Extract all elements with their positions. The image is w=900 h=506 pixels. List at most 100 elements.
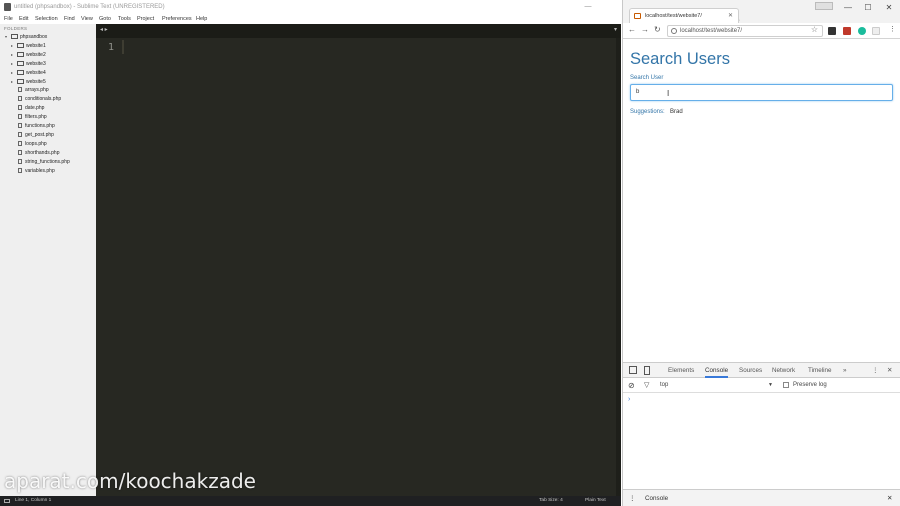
- info-icon[interactable]: [671, 28, 677, 34]
- sublime-window-title: untitled (phpsandbox) - Sublime Text (UN…: [14, 4, 165, 10]
- close-icon[interactable]: ✕: [878, 0, 900, 16]
- sublime-app-icon: [4, 3, 11, 11]
- more-tabs-icon[interactable]: »: [843, 363, 847, 378]
- tree-file[interactable]: variables.php: [18, 167, 55, 176]
- tree-file[interactable]: functions.php: [18, 122, 55, 131]
- editor-tabbar: ◂ ▸ ▾: [96, 24, 621, 38]
- watermark-text: aparat.com/koochakzade: [4, 469, 256, 493]
- page-title: Search Users: [630, 50, 730, 68]
- tab-dropdown-icon[interactable]: ▾: [614, 26, 617, 33]
- reload-icon[interactable]: ↻: [654, 25, 661, 34]
- tree-item-label: website1: [26, 43, 46, 49]
- menu-edit[interactable]: Edit: [19, 14, 28, 24]
- devtools-close-icon[interactable]: ✕: [887, 363, 892, 378]
- tree-file[interactable]: conditionals.php: [18, 95, 61, 104]
- clear-console-icon[interactable]: ⊘: [628, 378, 635, 393]
- folder-icon: [17, 70, 24, 75]
- inspect-element-icon[interactable]: [629, 366, 637, 374]
- tree-folder[interactable]: ▸ website3: [11, 59, 46, 68]
- editor-scrollbar[interactable]: [616, 38, 621, 496]
- menu-find[interactable]: Find: [64, 14, 75, 24]
- back-icon[interactable]: ←: [628, 25, 636, 34]
- tree-item-label: variables.php: [25, 168, 55, 174]
- tree-item-label: website5: [26, 79, 46, 85]
- tree-folder[interactable]: ▸ website1: [11, 41, 46, 50]
- menu-goto[interactable]: Goto: [99, 14, 111, 24]
- menu-tools[interactable]: Tools: [118, 14, 131, 24]
- tree-folder[interactable]: ▸ website4: [11, 68, 46, 77]
- tree-item-label: shorthands.php: [25, 150, 60, 156]
- tab-elements[interactable]: Elements: [668, 363, 694, 378]
- tree-file[interactable]: loops.php: [18, 140, 47, 149]
- folder-icon: [17, 52, 24, 57]
- tree-item-label: conditionals.php: [25, 96, 62, 102]
- folder-icon: [17, 79, 24, 84]
- search-input[interactable]: b: [630, 84, 893, 101]
- tab-network[interactable]: Network: [772, 363, 795, 378]
- menu-preferences[interactable]: Preferences: [162, 14, 192, 24]
- extension-icon-2[interactable]: [843, 27, 851, 35]
- tab-nav-arrows[interactable]: ◂ ▸: [100, 26, 108, 33]
- file-icon: [18, 132, 22, 137]
- menu-selection[interactable]: Selection: [35, 14, 58, 24]
- browser-toolbar: ← → ↻ localhost/test/website7/ ☆ ⋮: [623, 23, 900, 39]
- menu-project[interactable]: Project: [137, 14, 154, 24]
- editor-pane[interactable]: ◂ ▸ ▾ 1: [96, 24, 621, 496]
- maximize-icon[interactable]: ☐: [857, 0, 879, 16]
- tab-close-icon[interactable]: ✕: [728, 9, 733, 23]
- web-page: Search Users Search User b I Suggestions…: [623, 40, 900, 362]
- context-dropdown-icon[interactable]: ▼: [768, 378, 773, 393]
- preserve-log-checkbox[interactable]: [783, 382, 789, 388]
- status-tab-size[interactable]: Tab Size: 4: [539, 496, 563, 506]
- tree-file[interactable]: arrays.php: [18, 86, 49, 95]
- devtools-panel: Elements Console Sources Network Timelin…: [623, 362, 900, 506]
- filter-icon[interactable]: ▽: [644, 378, 649, 393]
- chrome-menu-icon[interactable]: ⋮: [889, 25, 896, 33]
- tree-item-label: get_post.php: [25, 132, 54, 138]
- suggestions-label: Suggestions:: [630, 109, 665, 115]
- minimize-icon[interactable]: —: [837, 0, 859, 16]
- tab-sources[interactable]: Sources: [739, 363, 762, 378]
- browser-tabstrip: localhost/test/website7/ ✕ — ☐ ✕: [623, 0, 900, 23]
- forward-icon[interactable]: →: [641, 25, 649, 34]
- tree-item-label: website4: [26, 70, 46, 76]
- tree-file[interactable]: filters.php: [18, 113, 47, 122]
- tree-item-label: phpsandbox: [20, 34, 48, 40]
- tab-console[interactable]: Console: [705, 363, 729, 378]
- extension-icon-4[interactable]: [872, 27, 880, 35]
- drawer-close-icon[interactable]: ✕: [887, 490, 892, 506]
- tree-item-label: website2: [26, 52, 46, 58]
- profile-button[interactable]: [815, 2, 833, 10]
- tree-file[interactable]: shorthands.php: [18, 149, 59, 158]
- browser-window: localhost/test/website7/ ✕ — ☐ ✕ ← → ↻ l…: [622, 0, 900, 506]
- drawer-tab-console[interactable]: Console: [645, 490, 668, 506]
- file-icon: [18, 114, 22, 119]
- menu-view[interactable]: View: [81, 14, 93, 24]
- tree-folder[interactable]: ▾ phpsandbox: [5, 32, 47, 41]
- browser-tab[interactable]: localhost/test/website7/ ✕: [629, 8, 739, 23]
- drawer-menu-icon[interactable]: ⋮: [629, 490, 635, 506]
- extension-icon-3[interactable]: [858, 27, 866, 35]
- suggestions-value: Brad: [670, 109, 683, 115]
- tree-file[interactable]: string_functions.php: [18, 158, 70, 167]
- file-icon: [18, 150, 22, 155]
- device-toolbar-icon[interactable]: [644, 366, 650, 375]
- devtools-menu-icon[interactable]: ⋮: [872, 363, 878, 378]
- address-bar[interactable]: localhost/test/website7/ ☆: [667, 25, 823, 37]
- address-text: localhost/test/website7/: [680, 28, 743, 34]
- line-number: 1: [108, 42, 115, 53]
- panel-toggle-icon[interactable]: [4, 499, 10, 503]
- menu-file[interactable]: File: [4, 14, 13, 24]
- status-syntax[interactable]: Plain Text: [585, 496, 606, 506]
- tree-folder[interactable]: ▸ website2: [11, 50, 46, 59]
- bookmark-star-icon[interactable]: ☆: [811, 25, 818, 35]
- extension-icon-1[interactable]: [828, 27, 836, 35]
- console-prompt[interactable]: ›: [628, 396, 630, 403]
- tree-file[interactable]: date.php: [18, 104, 44, 113]
- tree-folder[interactable]: ▸ website5: [11, 77, 46, 86]
- folder-icon: [17, 43, 24, 48]
- tab-timeline[interactable]: Timeline: [808, 363, 832, 378]
- context-select[interactable]: top: [660, 378, 668, 393]
- menu-help[interactable]: Help: [196, 14, 207, 24]
- tree-file[interactable]: get_post.php: [18, 131, 54, 140]
